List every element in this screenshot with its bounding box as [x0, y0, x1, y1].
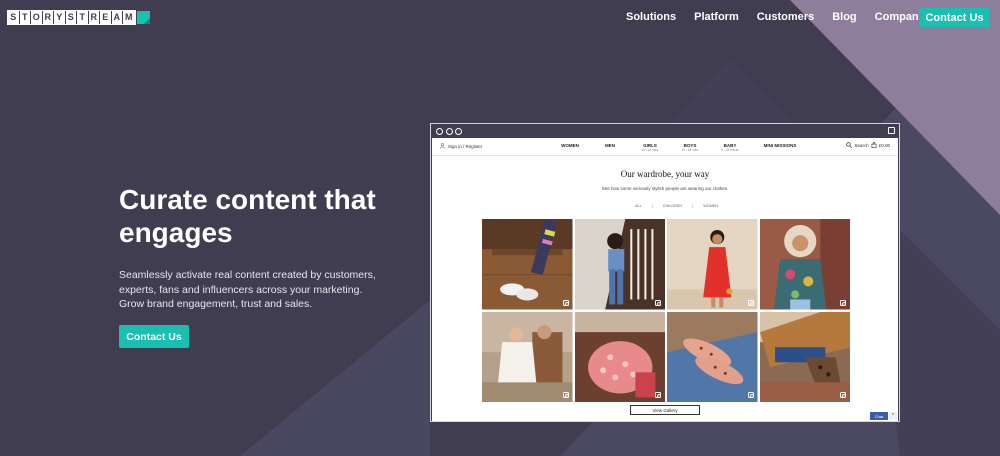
mock-category-label: WOMEN — [561, 143, 579, 148]
instagram-icon — [562, 299, 569, 306]
view-gallery-button[interactable]: View Gallery — [630, 405, 700, 415]
mock-filter-women: WOMEN — [703, 204, 719, 208]
mock-site-nav: Sign in / Register WOMEN MEN GIRLS 2Y - 1… — [432, 138, 898, 156]
mock-filters: ALL CHILDREN WOMEN — [625, 204, 728, 208]
hero-contact-button[interactable]: Contact Us — [119, 325, 189, 348]
logo-letter: R — [42, 11, 54, 24]
logo-letter: Y — [54, 11, 66, 24]
mock-category-label: MINI MISSIONS — [763, 143, 797, 148]
wooden-floor-shoes-photo — [482, 219, 573, 310]
search-icon — [846, 142, 853, 148]
mock-site-tools: Search £0.00 — [844, 142, 890, 148]
window-maximize-icon — [888, 127, 895, 134]
mock-category: MEN — [590, 143, 630, 153]
logo-letter: T — [19, 11, 31, 24]
mock-category: WOMEN — [550, 143, 590, 153]
logo-letter: M — [123, 11, 135, 24]
nav-contact-button[interactable]: Contact Us — [919, 8, 990, 27]
nav-company[interactable]: Company — [875, 11, 925, 23]
photo-image — [759, 311, 850, 402]
logo-letter: S — [8, 11, 20, 24]
instagram-icon — [840, 299, 846, 306]
window-dot-icon — [436, 127, 443, 135]
logo-letter: T — [77, 11, 89, 24]
user-icon — [440, 143, 445, 149]
browser-titlebar — [431, 124, 899, 138]
photo-image — [667, 219, 758, 310]
window-dot-icon — [445, 127, 453, 135]
logo-letter: O — [31, 11, 43, 24]
photo-image — [667, 311, 758, 402]
leopard-slippers-photo — [667, 311, 758, 402]
browser-mockup: Sign in / Register WOMEN MEN GIRLS 2Y - 1… — [430, 123, 900, 422]
mock-category-sub: 2Y - 16 YRS — [641, 148, 659, 152]
logo-letter: A — [111, 11, 123, 24]
logo-wordmark: STORYSTREAM — [7, 10, 136, 25]
photo-image — [482, 311, 573, 402]
hero-subtitle: Seamlessly activate real content created… — [119, 269, 376, 310]
instagram-icon — [655, 392, 661, 398]
photo-image — [482, 219, 573, 310]
instagram-icon — [840, 392, 846, 398]
leopard-boots-photo — [759, 311, 850, 402]
logo-mark-icon — [136, 11, 150, 24]
nav-links: Solutions Platform Customers Blog Compan… — [626, 11, 943, 23]
mock-category-sub: 0 - 24 MTHS — [721, 148, 739, 152]
mock-description: See how some seriously stylish people ar… — [601, 186, 729, 191]
mock-filter-all: ALL — [625, 204, 653, 208]
top-nav: STORYSTREAM Solutions Platform Customers… — [0, 0, 1000, 36]
mock-category: MINI MISSIONS — [750, 143, 810, 153]
window-dot-icon — [455, 127, 462, 135]
photo-image — [574, 311, 665, 402]
mock-basket-total: £0.00 — [878, 142, 890, 148]
mock-categories: WOMEN MEN GIRLS 2Y - 16 YRS BOYS 2Y - 16 Y… — [550, 143, 810, 153]
logo-letter: E — [100, 11, 112, 24]
nav-platform[interactable]: Platform — [694, 11, 739, 23]
christening-gown-photo — [482, 311, 573, 402]
storystream-logo[interactable]: STORYSTREAM — [7, 10, 150, 25]
instagram-icon — [562, 392, 569, 398]
scroll-top-button[interactable]: ^ — [889, 412, 897, 420]
red-dress-girl-photo — [667, 219, 758, 310]
instagram-icon — [655, 299, 661, 306]
basket-icon — [871, 142, 877, 148]
nav-solutions[interactable]: Solutions — [626, 11, 676, 23]
instagram-icon — [747, 299, 754, 306]
mock-category-label: MEN — [605, 143, 615, 148]
mock-signin-label: Sign in / Register — [448, 143, 483, 149]
hero-title: Curate content that engages — [119, 184, 376, 248]
mock-signin: Sign in / Register — [440, 143, 482, 149]
photo-image — [759, 219, 850, 310]
instagram-icon — [747, 392, 754, 398]
nav-customers[interactable]: Customers — [757, 11, 814, 23]
mock-category: BOYS 2Y - 16 YRS — [670, 143, 710, 153]
mock-filter-children: CHILDREN — [653, 204, 694, 208]
chat-button[interactable]: Chat — [870, 412, 888, 420]
mock-search-label: Search — [854, 142, 869, 148]
pink-floral-dress-photo — [574, 311, 665, 402]
nav-blog[interactable]: Blog — [832, 11, 856, 23]
logo-letter: S — [65, 11, 77, 24]
photo-image — [574, 219, 665, 310]
ugc-gallery-grid — [482, 219, 850, 402]
staircase-denim-photo — [574, 219, 665, 310]
mock-category: GIRLS 2Y - 16 YRS — [630, 143, 670, 153]
mock-category: BABY 0 - 24 MTHS — [710, 143, 750, 153]
mock-site: Sign in / Register WOMEN MEN GIRLS 2Y - 1… — [432, 138, 898, 421]
hooded-jacket-girl-photo — [759, 219, 850, 310]
mock-category-sub: 2Y - 16 YRS — [681, 148, 699, 152]
logo-letter: R — [88, 11, 100, 24]
mock-heading: Our wardrobe, your way — [620, 169, 710, 179]
